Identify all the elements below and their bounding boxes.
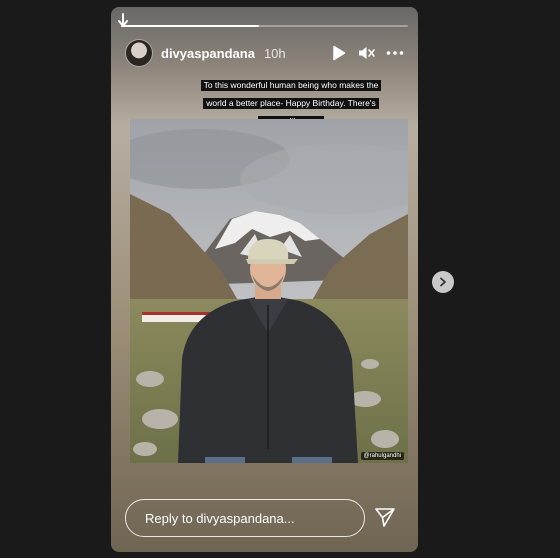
more-options-button[interactable] [386,44,404,62]
mountain-portrait-image [130,119,408,463]
caption-line: world a better place- Happy Birthday. Th… [203,98,379,109]
send-icon[interactable] [374,506,396,528]
next-story-button[interactable] [432,271,454,293]
speaker-muted-icon [359,47,375,59]
avatar[interactable] [125,39,153,67]
mute-button[interactable] [358,44,376,62]
play-button[interactable] [330,44,348,62]
post-time: 10h [263,45,286,61]
story-progress-fill [121,25,259,27]
play-icon [333,45,346,61]
story-controls [330,44,404,62]
story-progress-bar [121,25,408,27]
reply-field-container[interactable] [125,499,365,537]
story-header: divyaspandana 10h [125,38,410,68]
photo-watermark: @rahulgandhi [360,452,404,460]
caption-line: To this wonderful human being who makes … [200,80,382,91]
more-horizontal-icon [386,51,404,55]
chevron-right-icon [440,277,446,287]
story-photo: @rahulgandhi [130,119,408,463]
username[interactable]: divyaspandana [161,46,255,61]
reply-input[interactable] [145,510,345,526]
story-viewer: divyaspandana 10h To this wonderful huma… [111,7,418,552]
